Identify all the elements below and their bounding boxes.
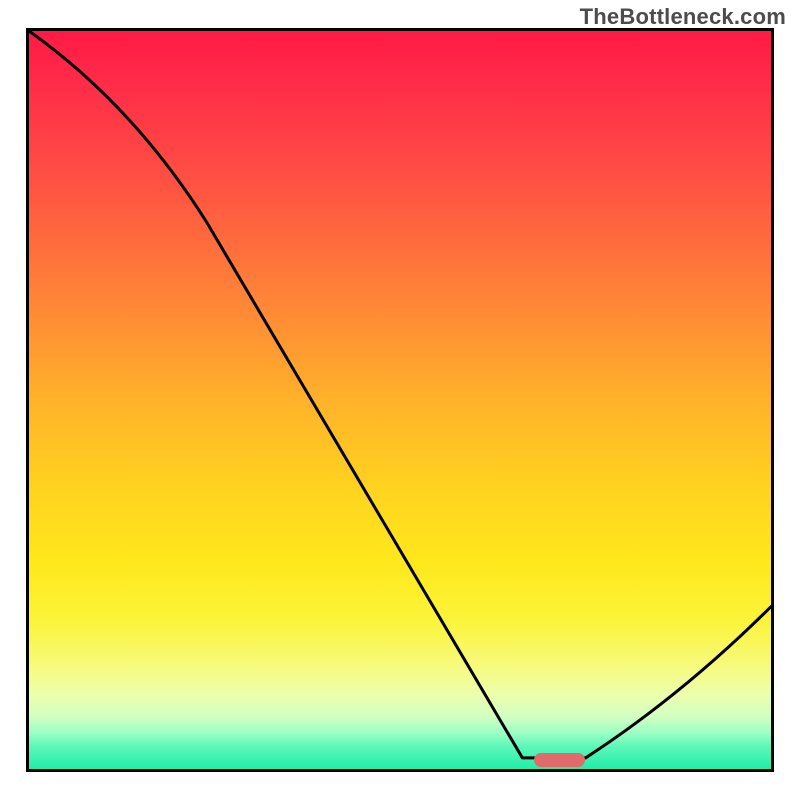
plot-area [26,28,774,772]
chart-line-path [29,31,771,758]
optimum-marker [534,753,586,767]
chart-container: TheBottleneck.com [0,0,800,800]
line-chart-svg [29,31,771,769]
watermark-label: TheBottleneck.com [580,4,786,30]
